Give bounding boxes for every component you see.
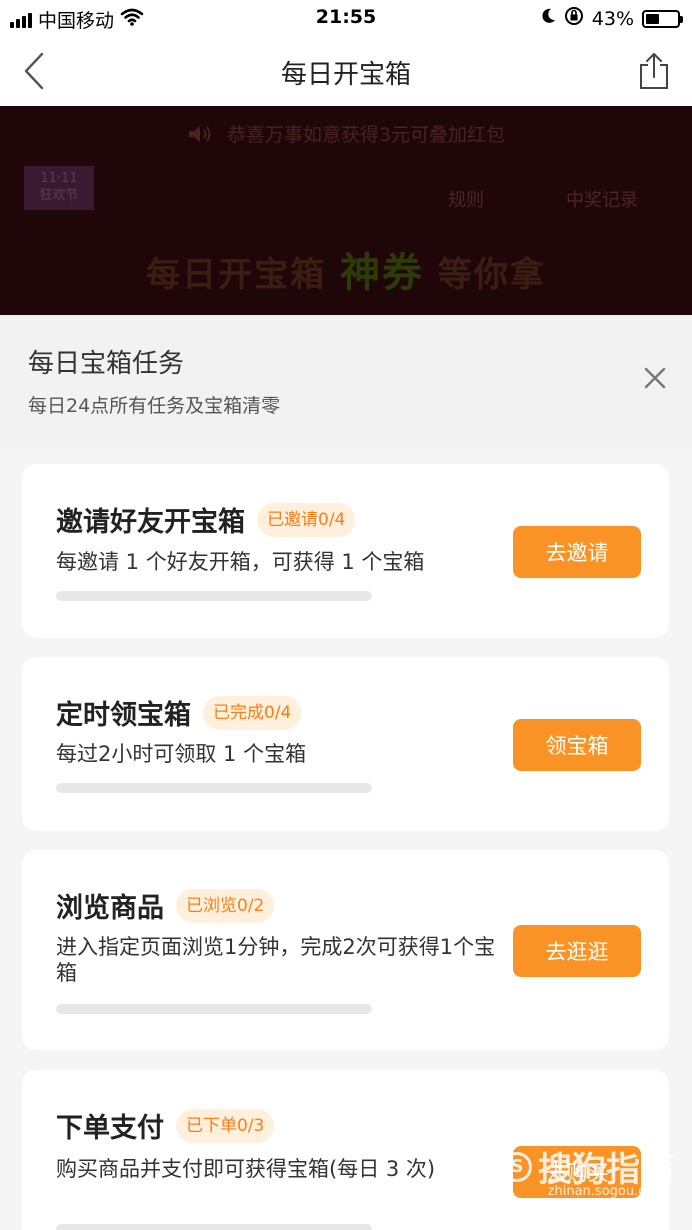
task-description: 每邀请 1 个好友开箱，可获得 1 个宝箱 — [56, 550, 425, 574]
task-sheet-header: 每日宝箱任务 每日24点所有任务及宝箱清零 — [0, 315, 692, 448]
task-progress-bar — [56, 591, 372, 601]
slogan-start: 每日开宝箱 — [146, 255, 327, 295]
task-title-row: 定时领宝箱 已完成0/4 — [56, 693, 302, 732]
watermark-url: zhinan.sogou.com — [547, 1184, 666, 1199]
status-bar: 中国移动 21:55 43% — [0, 0, 692, 36]
task-card-timed: 定时领宝箱 已完成0/4 每过2小时可领取 1 个宝箱 领宝箱 — [22, 657, 669, 831]
close-icon — [644, 367, 666, 389]
records-link[interactable]: 中奖记录 — [566, 186, 638, 212]
page-title: 每日开宝箱 — [280, 60, 411, 90]
event-logo-bottom: 狂欢节 — [39, 188, 79, 203]
moon-icon — [540, 7, 556, 30]
orientation-lock-icon — [564, 6, 584, 31]
nav-bar: 每日开宝箱 — [0, 36, 692, 106]
close-button[interactable] — [638, 361, 672, 395]
status-right: 43% — [540, 6, 683, 31]
task-card-invite: 邀请好友开宝箱 已邀请0/4 每邀请 1 个好友开箱，可获得 1 个宝箱 去邀请 — [22, 464, 669, 638]
rules-link[interactable]: 规则 — [448, 186, 484, 212]
task-description: 购买商品并支付即可获得宝箱(每日 3 次) — [56, 1157, 436, 1181]
task-title-row: 浏览商品 已浏览0/2 — [56, 886, 275, 925]
share-button[interactable] — [634, 48, 674, 94]
task-progress-bar — [56, 1224, 372, 1230]
browse-button[interactable]: 去逛逛 — [513, 925, 641, 977]
task-status-badge: 已下单0/3 — [176, 1108, 275, 1143]
slogan-highlight: 神券 — [340, 250, 424, 296]
task-status-badge: 已浏览0/2 — [176, 888, 275, 923]
battery-level — [646, 13, 659, 24]
task-title: 下单支付 — [56, 1113, 164, 1144]
banner-notice-text: 恭喜万事如意获得3元可叠加红包 — [226, 124, 506, 146]
banner: 恭喜万事如意获得3元可叠加红包 11·11 狂欢节 规则 中奖记录 每日开宝箱 … — [0, 106, 692, 315]
slogan-end: 等你拿 — [437, 255, 546, 295]
battery-percent: 43% — [591, 7, 634, 30]
speaker-icon — [188, 126, 211, 142]
claim-chest-button[interactable]: 领宝箱 — [513, 719, 641, 771]
battery-icon — [642, 9, 683, 28]
task-title: 浏览商品 — [56, 893, 164, 924]
task-status-badge: 已邀请0/4 — [257, 502, 356, 537]
banner-slogan: 每日开宝箱 神券 等你拿 — [0, 240, 692, 298]
event-logo: 11·11 狂欢节 — [24, 166, 94, 210]
task-progress-bar — [56, 783, 372, 793]
task-title-row: 邀请好友开宝箱 已邀请0/4 — [56, 500, 356, 539]
task-description: 进入指定页面浏览1分钟，完成2次可获得1个宝箱 — [56, 935, 496, 985]
task-card-browse: 浏览商品 已浏览0/2 进入指定页面浏览1分钟，完成2次可获得1个宝箱 去逛逛 — [22, 850, 669, 1050]
task-title: 定时领宝箱 — [56, 700, 191, 731]
sogou-logo-icon: S — [502, 1151, 532, 1182]
sheet-title: 每日宝箱任务 — [28, 349, 185, 379]
task-title: 邀请好友开宝箱 — [56, 507, 245, 538]
sheet-subtitle: 每日24点所有任务及宝箱清零 — [28, 395, 281, 417]
task-title-row: 下单支付 已下单0/3 — [56, 1106, 275, 1145]
task-progress-bar — [56, 1004, 372, 1014]
invite-button[interactable]: 去邀请 — [513, 526, 641, 578]
event-logo-top: 11·11 — [40, 171, 78, 186]
task-status-badge: 已完成0/4 — [203, 695, 302, 730]
share-icon — [640, 53, 668, 89]
banner-notice: 恭喜万事如意获得3元可叠加红包 — [0, 120, 692, 147]
task-list: 邀请好友开宝箱 已邀请0/4 每邀请 1 个好友开箱，可获得 1 个宝箱 去邀请… — [0, 448, 692, 1230]
task-description: 每过2小时可领取 1 个宝箱 — [56, 742, 307, 766]
